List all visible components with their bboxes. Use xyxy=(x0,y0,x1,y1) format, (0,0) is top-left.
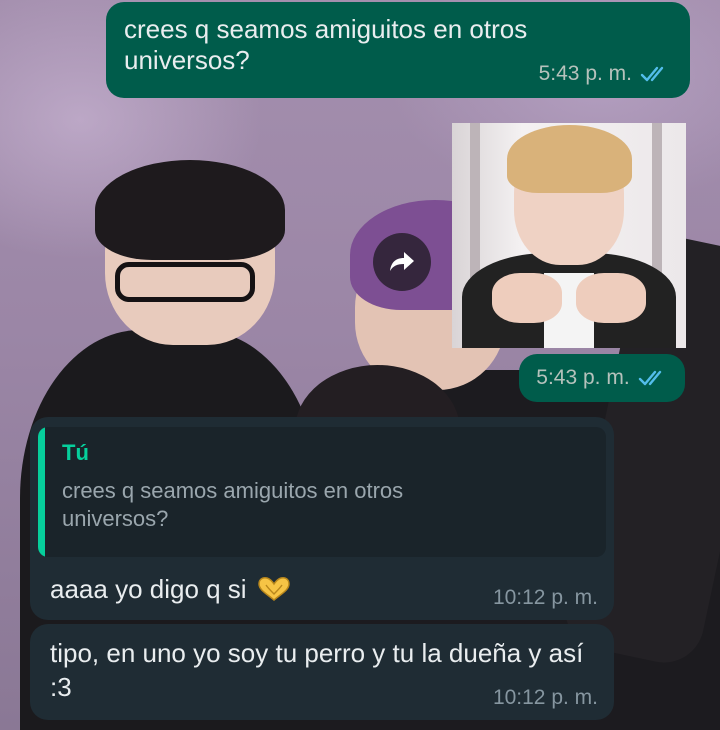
double-check-icon xyxy=(638,370,661,386)
message-time: 10:12 p. m. xyxy=(492,686,598,709)
message-meta: 10:12 p. m. xyxy=(493,686,598,710)
message-time: 5:43 p. m. xyxy=(538,62,632,85)
message-meta: 5:43 p. m. xyxy=(536,366,667,390)
forward-button[interactable] xyxy=(373,233,431,291)
message-meta: 5:43 p. m. xyxy=(539,62,670,86)
double-check-icon xyxy=(640,66,664,82)
quote-accent-bar xyxy=(38,427,45,557)
heart-hands-icon xyxy=(257,577,290,601)
photo-person xyxy=(576,273,646,323)
message-time: 10:12 p. m. xyxy=(492,586,598,609)
message-bubble-incoming[interactable]: tipo, en uno yo soy tu perro y tu la due… xyxy=(30,624,614,720)
message-bubble-outgoing[interactable]: 5:43 p. m. xyxy=(519,354,685,402)
forward-arrow-icon xyxy=(390,252,414,271)
photo-person xyxy=(507,125,632,193)
quoted-message[interactable]: Tú crees q seamos amiguitos en otros uni… xyxy=(38,427,606,557)
message-meta: 10:12 p. m. xyxy=(493,586,598,610)
wallpaper-figure xyxy=(115,262,255,302)
wallpaper-figure xyxy=(95,160,285,260)
message-bubble-incoming[interactable]: Tú crees q seamos amiguitos en otros uni… xyxy=(30,417,614,620)
quoted-text: crees q seamos amiguitos en otros univer… xyxy=(62,478,404,531)
quoted-author: Tú xyxy=(62,440,89,465)
message-text: crees q seamos amiguitos en otros univer… xyxy=(124,14,528,75)
message-text: aaaa yo digo q si xyxy=(50,574,247,604)
photo-person xyxy=(492,273,562,323)
message-image[interactable] xyxy=(452,123,686,348)
message-time: 5:43 p. m. xyxy=(536,366,630,389)
message-bubble-outgoing[interactable]: crees q seamos amiguitos en otros univer… xyxy=(106,2,690,98)
